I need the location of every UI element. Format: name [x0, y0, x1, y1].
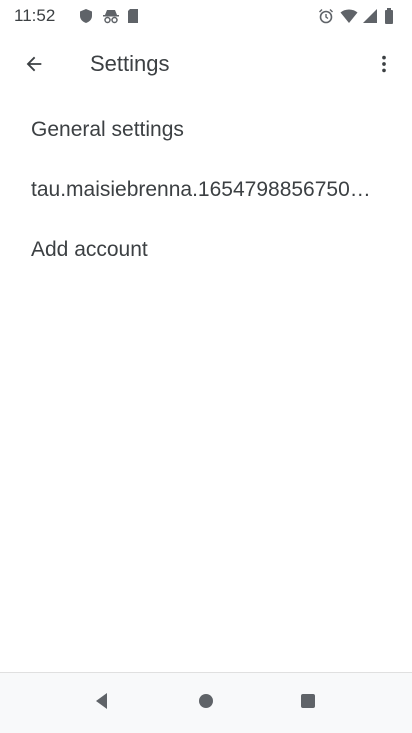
settings-list: General settings tau.maisiebrenna.165479… — [0, 100, 412, 280]
app-bar: Settings — [0, 32, 412, 96]
general-settings-item[interactable]: General settings — [0, 100, 412, 160]
back-triangle-icon — [92, 691, 112, 716]
page-title: Settings — [90, 51, 170, 76]
nav-home-button[interactable] — [186, 683, 226, 723]
nav-recents-button[interactable] — [288, 683, 328, 723]
system-nav-bar — [0, 672, 412, 733]
add-account-label: Add account — [31, 238, 148, 261]
add-account-item[interactable]: Add account — [0, 220, 412, 280]
arrow-back-icon — [23, 53, 45, 80]
account-label: tau.maisiebrenna.1654798856750… — [31, 178, 371, 201]
status-left-icons — [78, 8, 142, 24]
sim-card-icon — [126, 8, 142, 24]
shield-icon — [78, 8, 94, 24]
back-button[interactable] — [14, 46, 54, 86]
wifi-icon — [340, 8, 358, 24]
home-circle-icon — [196, 691, 216, 716]
battery-icon — [384, 8, 400, 24]
nav-back-button[interactable] — [82, 683, 122, 723]
more-options-button[interactable] — [364, 46, 404, 86]
incognito-icon — [102, 8, 119, 24]
signal-icon — [362, 8, 378, 24]
general-settings-label: General settings — [31, 118, 184, 141]
recents-square-icon — [298, 691, 318, 716]
status-bar: 11:52 — [0, 0, 412, 32]
status-time: 11:52 — [14, 6, 56, 25]
account-item[interactable]: tau.maisiebrenna.1654798856750… — [0, 160, 412, 220]
status-right-icons — [318, 8, 400, 24]
alarm-icon — [318, 8, 334, 24]
more-vert-icon — [373, 53, 395, 80]
